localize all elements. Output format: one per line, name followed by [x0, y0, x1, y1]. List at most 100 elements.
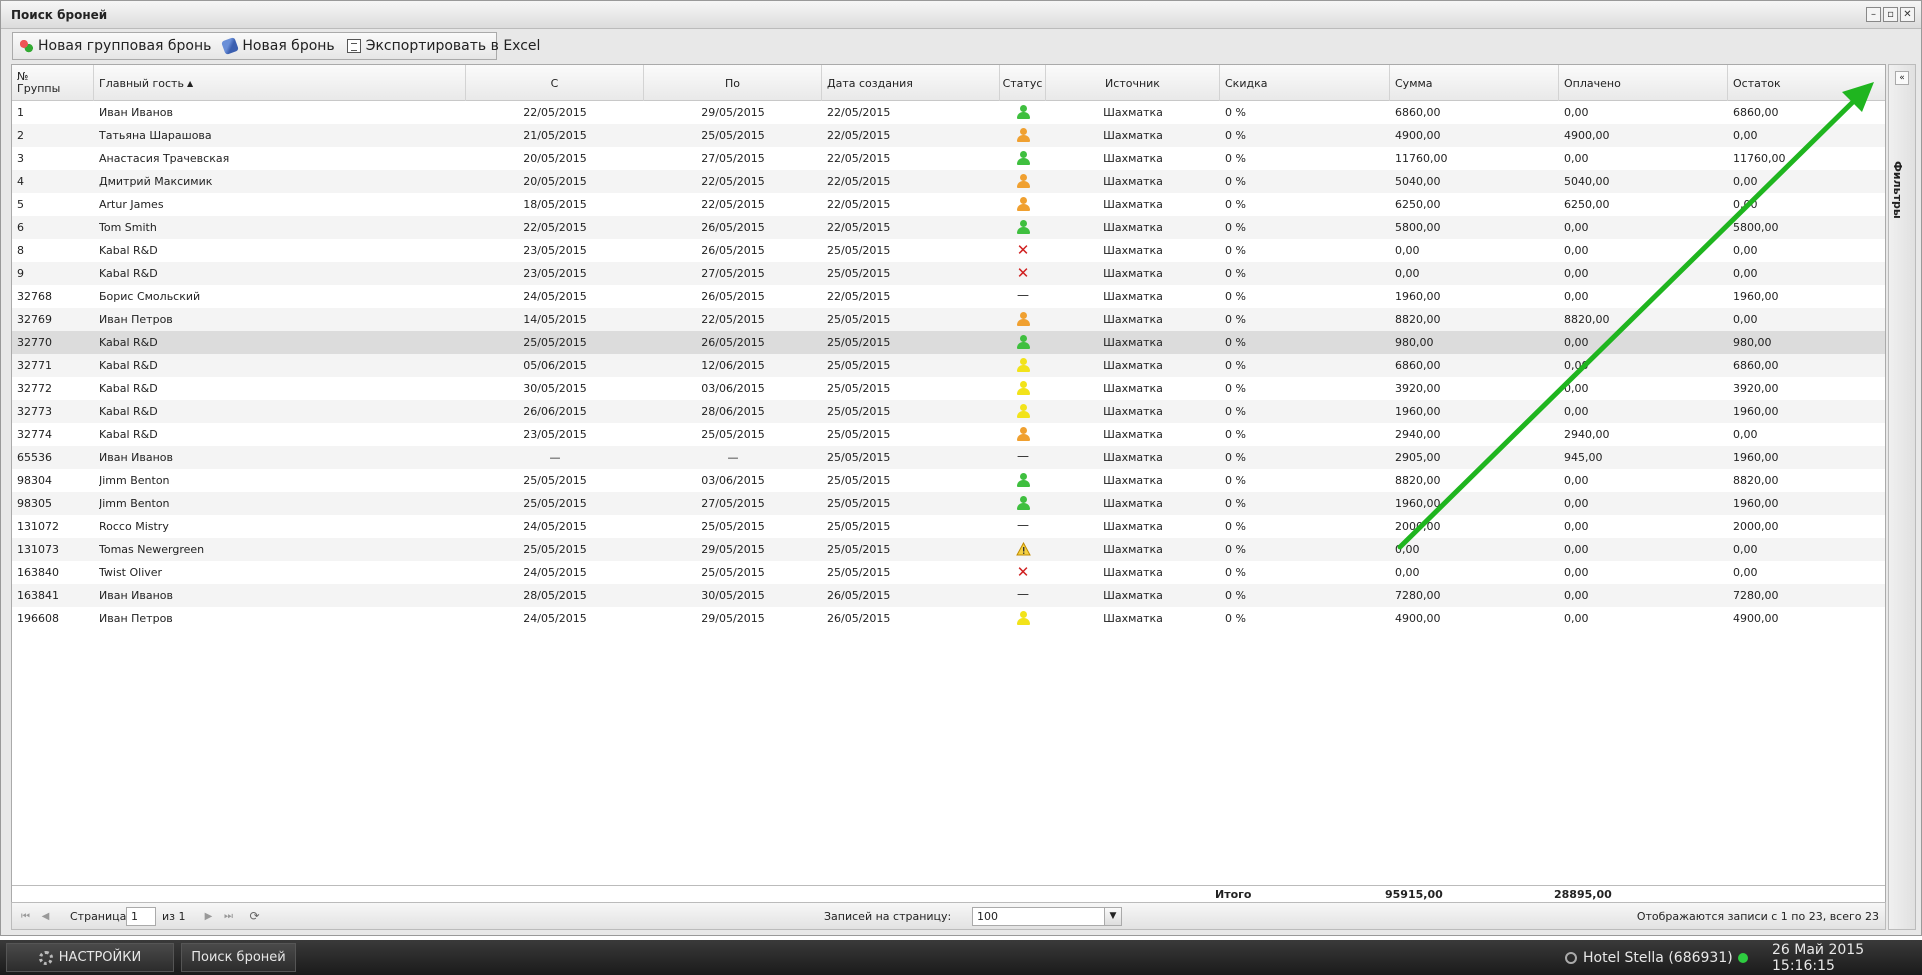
col-header-source[interactable]: Источник: [1046, 65, 1220, 101]
cell-to: 29/05/2015: [701, 106, 765, 119]
table-row[interactable]: 5 Artur James 18/05/2015 22/05/2015 22/05/20…: [12, 193, 1885, 216]
first-page-icon[interactable]: ⏮: [19, 910, 32, 923]
table-row[interactable]: 196608 Иван Петров 24/05/2015 29/05/2015 26/…: [12, 607, 1885, 630]
cell-paid: 0,00: [1564, 106, 1589, 119]
prev-page-icon[interactable]: ◀: [39, 910, 52, 923]
cell-sum: 1960,00: [1395, 497, 1441, 510]
table-row[interactable]: 32771 Kabal R&D 05/06/2015 12/06/2015 25/05/…: [12, 354, 1885, 377]
col-header-group[interactable]: № Группы: [12, 65, 94, 101]
cell-sum: 6250,00: [1395, 198, 1441, 211]
filters-label[interactable]: Фильтры: [1891, 161, 1904, 219]
minimize-icon[interactable]: –: [1866, 7, 1881, 22]
cell-created: 22/05/2015: [827, 152, 891, 165]
maximize-icon[interactable]: ▫: [1883, 7, 1898, 22]
filters-panel[interactable]: « Фильтры: [1888, 64, 1916, 930]
refresh-icon[interactable]: ⟳: [248, 910, 261, 923]
col-header-to[interactable]: По: [644, 65, 822, 101]
cell-sum: 6860,00: [1395, 106, 1441, 119]
totals-paid: 28895,00: [1554, 888, 1612, 901]
bookings-grid: № Группы Главный гость ▲ С По Дата создан…: [11, 64, 1886, 902]
cell-from: 20/05/2015: [523, 175, 587, 188]
cell-rest: 4900,00: [1733, 612, 1779, 625]
table-row[interactable]: 8 Kabal R&D 23/05/2015 26/05/2015 25/05/2015…: [12, 239, 1885, 262]
cell-to: 29/05/2015: [701, 543, 765, 556]
next-page-icon[interactable]: ▶: [202, 910, 215, 923]
col-header-discount[interactable]: Скидка: [1220, 65, 1390, 101]
table-row[interactable]: 131073 Tomas Newergreen 25/05/2015 29/05/20…: [12, 538, 1885, 561]
excel-icon: [346, 39, 361, 53]
table-row[interactable]: 98304 Jimm Benton 25/05/2015 03/06/2015 25/0…: [12, 469, 1885, 492]
table-row[interactable]: 32769 Иван Петров 14/05/2015 22/05/2015 25/0…: [12, 308, 1885, 331]
hotel-info: Hotel Stella (686931): [1565, 940, 1733, 975]
cell-discount: 0 %: [1225, 336, 1246, 349]
cell-paid: 0,00: [1564, 152, 1589, 165]
table-row[interactable]: 32774 Kabal R&D 23/05/2015 25/05/2015 25/05/…: [12, 423, 1885, 446]
chevron-down-icon[interactable]: ▼: [1104, 907, 1122, 926]
table-row[interactable]: 1 Иван Иванов 22/05/2015 29/05/2015 22/05/20…: [12, 101, 1885, 124]
cell-discount: 0 %: [1225, 175, 1246, 188]
person-orange-icon: [1016, 312, 1030, 327]
table-row[interactable]: 9 Kabal R&D 23/05/2015 27/05/2015 25/05/2015…: [12, 262, 1885, 285]
col-header-status[interactable]: Статус: [1000, 65, 1046, 101]
cell-group: 131073: [17, 543, 59, 556]
collapse-left-icon[interactable]: «: [1895, 71, 1909, 85]
cell-to: 25/05/2015: [701, 129, 765, 142]
last-page-icon[interactable]: ⏭: [222, 910, 235, 923]
cell-guest: Rocco Mistry: [99, 520, 169, 533]
table-row[interactable]: 98305 Jimm Benton 25/05/2015 27/05/2015 25/0…: [12, 492, 1885, 515]
close-icon[interactable]: ✕: [1900, 7, 1915, 22]
cell-discount: 0 %: [1225, 543, 1246, 556]
cell-to: 22/05/2015: [701, 198, 765, 211]
col-header-from[interactable]: С: [466, 65, 644, 101]
table-row[interactable]: 3 Анастасия Трачевская 20/05/2015 27/05/201…: [12, 147, 1885, 170]
col-header-created[interactable]: Дата создания: [822, 65, 1000, 101]
cell-from: 24/05/2015: [523, 612, 587, 625]
cell-discount: 0 %: [1225, 129, 1246, 142]
cell-rest: 1960,00: [1733, 451, 1779, 464]
taskbar-bookings-search[interactable]: Поиск броней: [181, 943, 296, 972]
table-row[interactable]: 32770 Kabal R&D 25/05/2015 26/05/2015 25/05/…: [12, 331, 1885, 354]
cell-discount: 0 %: [1225, 198, 1246, 211]
page-input[interactable]: 1: [126, 907, 156, 926]
cell-discount: 0 %: [1225, 290, 1246, 303]
cell-to: 26/05/2015: [701, 244, 765, 257]
table-row[interactable]: 163841 Иван Иванов 28/05/2015 30/05/2015 26/…: [12, 584, 1885, 607]
no-status-icon: —: [1017, 518, 1029, 532]
cell-paid: 0,00: [1564, 612, 1589, 625]
table-row[interactable]: 32772 Kabal R&D 30/05/2015 03/06/2015 25/05/…: [12, 377, 1885, 400]
cell-from: 25/05/2015: [523, 474, 587, 487]
table-row[interactable]: 163840 Twist Oliver 24/05/2015 25/05/2015 25…: [12, 561, 1885, 584]
table-row[interactable]: 65536 Иван Иванов — — 25/05/2015 Шахматка 0 % 2…: [12, 446, 1885, 469]
table-row[interactable]: 6 Tom Smith 22/05/2015 26/05/2015 22/05/2015…: [12, 216, 1885, 239]
page-label: Страница: [70, 910, 127, 923]
table-row[interactable]: 2 Татьяна Шарашова 21/05/2015 25/05/2015 22/…: [12, 124, 1885, 147]
export-excel-button[interactable]: Экспортировать в Excel: [346, 38, 540, 54]
cell-created: 22/05/2015: [827, 290, 891, 303]
cell-from: 24/05/2015: [523, 520, 587, 533]
table-row[interactable]: 131072 Rocco Mistry 24/05/2015 25/05/2015 25…: [12, 515, 1885, 538]
cell-rest: 0,00: [1733, 244, 1758, 257]
cell-sum: 5800,00: [1395, 221, 1441, 234]
per-page-select[interactable]: 100: [972, 907, 1122, 926]
col-header-rest[interactable]: Остаток: [1728, 65, 1887, 101]
cell-group: 4: [17, 175, 24, 188]
col-header-sum[interactable]: Сумма: [1390, 65, 1559, 101]
new-group-booking-button[interactable]: Новая групповая бронь: [19, 38, 211, 54]
cell-paid: 0,00: [1564, 382, 1589, 395]
table-row[interactable]: 32768 Борис Смольский 24/05/2015 26/05/2015…: [12, 285, 1885, 308]
table-row[interactable]: 32773 Kabal R&D 26/06/2015 28/06/2015 25/05/…: [12, 400, 1885, 423]
col-header-guest[interactable]: Главный гость ▲: [94, 65, 466, 101]
cell-to: 03/06/2015: [701, 382, 765, 395]
cancelled-icon: ✕: [1016, 241, 1030, 259]
cell-group: 6: [17, 221, 24, 234]
col-header-paid[interactable]: Оплачено: [1559, 65, 1728, 101]
cell-source: Шахматка: [1103, 152, 1163, 165]
settings-button[interactable]: НАСТРОЙКИ: [6, 943, 174, 972]
cell-group: 32769: [17, 313, 52, 326]
cell-discount: 0 %: [1225, 589, 1246, 602]
new-booking-button[interactable]: Новая бронь: [221, 37, 335, 55]
cell-from: 22/05/2015: [523, 106, 587, 119]
table-row[interactable]: 4 Дмитрий Максимик 20/05/2015 22/05/2015 22/…: [12, 170, 1885, 193]
cell-to: 27/05/2015: [701, 267, 765, 280]
cell-discount: 0 %: [1225, 244, 1246, 257]
